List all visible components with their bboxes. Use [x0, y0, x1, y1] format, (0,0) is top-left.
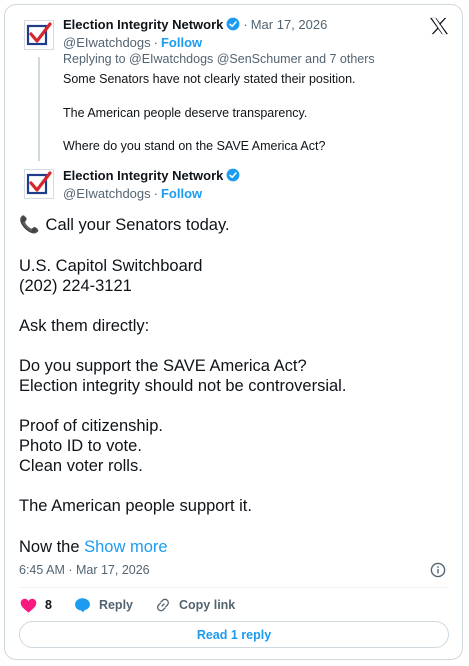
- checkbox-logo-icon: [26, 22, 52, 46]
- separator-dot: ·: [153, 186, 158, 201]
- thread-connector-line: [38, 57, 40, 161]
- parent-author-row: Election Integrity Network · Mar 17, 202…: [63, 15, 327, 33]
- parent-text-line: The American people deserve transparency…: [63, 106, 308, 120]
- divider: [19, 587, 449, 588]
- tweet-text-line: The American people support it.: [19, 497, 252, 515]
- parent-text-line: Where do you stand on the SAVE America A…: [63, 139, 326, 153]
- author-name[interactable]: Election Integrity Network: [63, 17, 223, 32]
- read-replies-label: Read 1 reply: [196, 627, 272, 642]
- tweet-text-line: Now the Show more: [19, 537, 168, 557]
- tweet-text-line: Election integrity should not be controv…: [19, 377, 347, 395]
- copy-link-button[interactable]: Copy link: [155, 597, 235, 613]
- avatar[interactable]: [24, 20, 54, 50]
- like-count: 8: [45, 598, 52, 612]
- tweet-text-line: Clean voter rolls.: [19, 457, 143, 475]
- reply-button[interactable]: Reply: [74, 597, 133, 613]
- checkbox-logo-icon: [26, 171, 52, 195]
- follow-button[interactable]: Follow: [161, 186, 202, 201]
- read-replies-button[interactable]: Read 1 reply: [19, 621, 449, 648]
- reply-label: Reply: [98, 598, 133, 612]
- x-logo-icon[interactable]: [429, 17, 449, 35]
- separator-dot: ·: [243, 16, 248, 32]
- author-name[interactable]: Election Integrity Network: [63, 168, 223, 183]
- main-handle-row: @EIwatchdogs · Follow: [63, 185, 202, 202]
- reply-icon: [75, 598, 90, 613]
- link-icon: [157, 598, 169, 612]
- author-handle[interactable]: @EIwatchdogs: [63, 186, 151, 201]
- tweet-text-line: U.S. Capitol Switchboard: [19, 257, 203, 275]
- like-button[interactable]: 8: [20, 598, 52, 613]
- tweet-text-line: Do you support the SAVE America Act?: [19, 357, 307, 375]
- tweet-text-line: 📞 Call your Senators today.: [19, 215, 230, 235]
- parent-handle-row: @EIwatchdogs · Follow: [63, 34, 202, 51]
- info-icon[interactable]: [430, 562, 446, 578]
- phone-icon: 📞: [19, 216, 40, 234]
- tweet-timestamp[interactable]: 6:45 AM · Mar 17, 2026: [19, 563, 150, 577]
- tweet-text-line: Photo ID to vote.: [19, 437, 142, 455]
- avatar[interactable]: [24, 169, 54, 199]
- show-more-link[interactable]: Show more: [84, 538, 167, 556]
- post-date[interactable]: Mar 17, 2026: [251, 17, 328, 32]
- action-bar: 8 Reply Copy link: [20, 596, 257, 614]
- truncated-text: Now the: [19, 538, 80, 556]
- follow-button[interactable]: Follow: [161, 35, 202, 50]
- author-handle[interactable]: @EIwatchdogs: [63, 35, 151, 50]
- copy-link-label: Copy link: [179, 598, 236, 612]
- replying-to[interactable]: Replying to @EIwatchdogs @SenSchumer and…: [63, 52, 375, 66]
- tweet-text-line: (202) 224-3121: [19, 277, 132, 295]
- heart-icon: [20, 598, 37, 613]
- parent-text-line: Some Senators have not clearly stated th…: [63, 72, 356, 86]
- call-senators-text: Call your Senators today.: [45, 216, 230, 234]
- verified-badge-icon: [226, 168, 240, 182]
- main-author-row: Election Integrity Network: [63, 166, 240, 184]
- tweet-text-line: Proof of citizenship.: [19, 417, 163, 435]
- verified-badge-icon: [226, 17, 240, 31]
- tweet-text-line: Ask them directly:: [19, 317, 150, 335]
- separator-dot: ·: [153, 35, 158, 50]
